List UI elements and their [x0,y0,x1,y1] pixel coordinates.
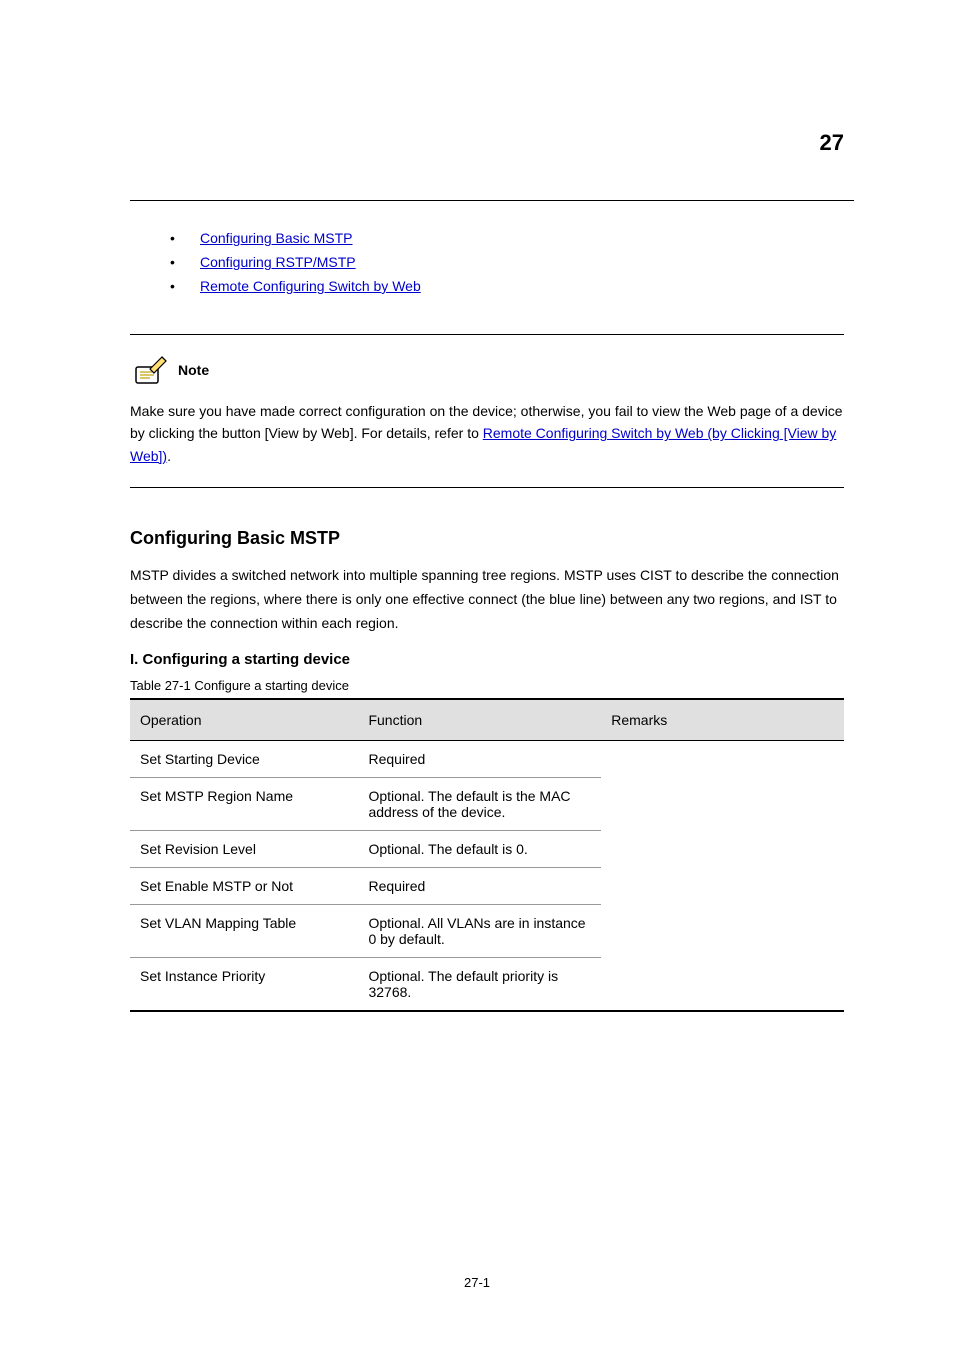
cell-operation: Set Instance Priority [130,957,358,1011]
col-function: Function [358,699,601,741]
cell-operation: Set Enable MSTP or Not [130,867,358,904]
col-remarks: Remarks [601,699,844,741]
page-number-top: 27 [820,130,844,156]
table-caption: Table 27-1 Configure a starting device [130,678,844,693]
subsection-heading: I. Configuring a starting device [130,651,844,668]
link-list: Configuring Basic MSTP Configuring RSTP/… [170,230,844,294]
cell-remarks-merged [601,740,844,1011]
page-content: Configuring Basic MSTP Configuring RSTP/… [130,230,844,1012]
note-text: Make sure you have made correct configur… [130,400,844,467]
note-box: Note Make sure you have made correct con… [130,334,844,488]
link-remote-configuring-switch[interactable]: Remote Configuring Switch by Web [200,278,421,294]
cell-operation: Set MSTP Region Name [130,777,358,830]
list-item: Configuring RSTP/MSTP [170,254,844,270]
page-footer: 27-1 [464,1275,490,1290]
note-text-after: . [167,448,171,464]
section-paragraph: MSTP divides a switched network into mul… [130,564,844,635]
cell-operation: Set Revision Level [130,830,358,867]
note-header: Note [130,355,844,385]
cell-function: Optional. The default is the MAC address… [358,777,601,830]
list-item: Remote Configuring Switch by Web [170,278,844,294]
cell-function: Required [358,740,601,777]
cell-function: Optional. The default priority is 32768. [358,957,601,1011]
cell-function: Optional. All VLANs are in instance 0 by… [358,904,601,957]
section-heading: Configuring Basic MSTP [130,528,844,549]
cell-function: Optional. The default is 0. [358,830,601,867]
note-label: Note [178,362,209,378]
cell-operation: Set VLAN Mapping Table [130,904,358,957]
list-item: Configuring Basic MSTP [170,230,844,246]
link-configuring-basic-mstp[interactable]: Configuring Basic MSTP [200,230,353,246]
cell-operation: Set Starting Device [130,740,358,777]
table-header-row: Operation Function Remarks [130,699,844,741]
top-rule [130,200,854,201]
link-configuring-rstp-mstp[interactable]: Configuring RSTP/MSTP [200,254,356,270]
col-operation: Operation [130,699,358,741]
note-icon [130,355,170,385]
cell-function: Required [358,867,601,904]
table-row: Set Starting Device Required [130,740,844,777]
config-table: Operation Function Remarks Set Starting … [130,698,844,1012]
section-configuring-basic-mstp: Configuring Basic MSTP MSTP divides a sw… [130,528,844,1011]
